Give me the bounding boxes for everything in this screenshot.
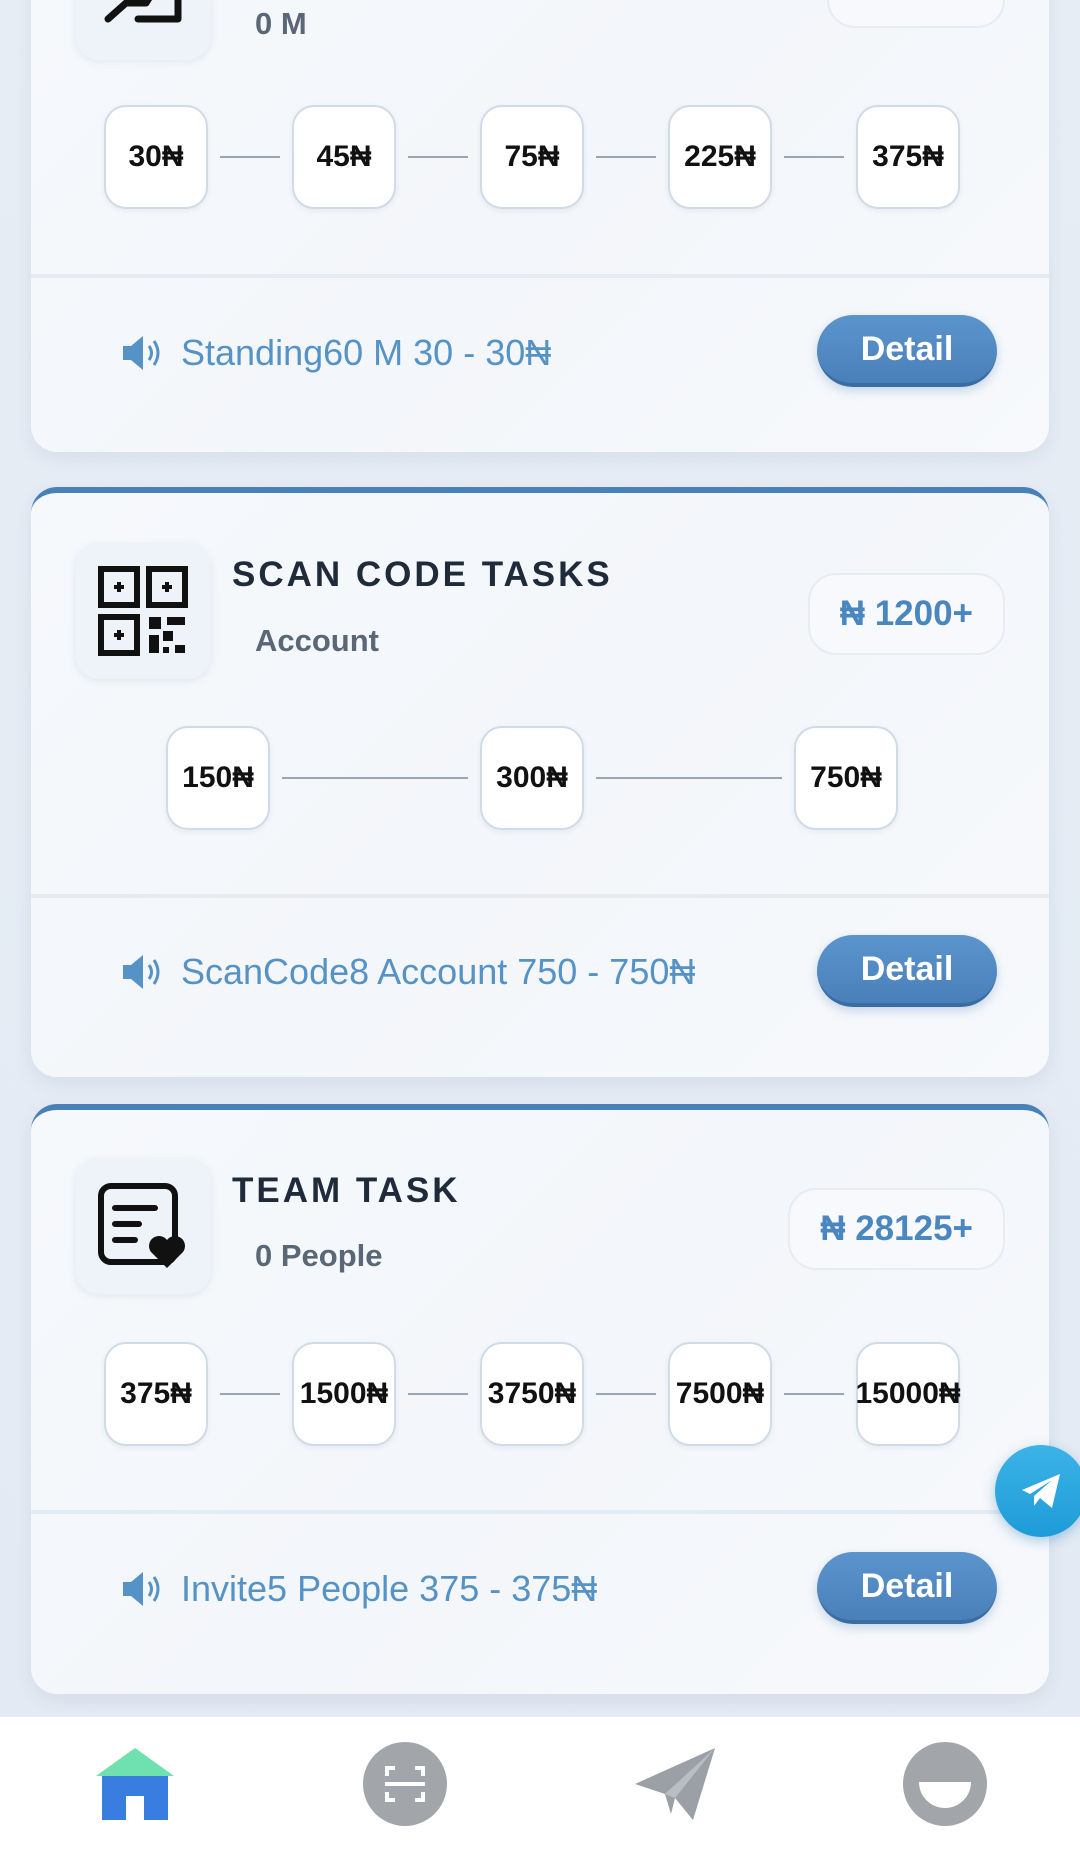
- task-icon-box: [75, 0, 211, 60]
- step-connector: [282, 777, 468, 779]
- speaker-icon: [123, 1572, 160, 1606]
- step-connector: [408, 1393, 468, 1395]
- paper-plane-icon: [635, 1748, 715, 1820]
- task-icon-box: [75, 1158, 211, 1294]
- reward-steps: 30₦ 45₦ 75₦ 225₦ 375₦: [31, 105, 1049, 209]
- step-connector: [220, 156, 280, 158]
- task-title: SCAN CODE TASKS: [232, 555, 613, 594]
- step-badge: 300₦: [480, 726, 584, 830]
- scan-icon: [363, 1742, 447, 1826]
- step-connector: [596, 1393, 656, 1395]
- task-notice: Invite5 People 375 - 375₦: [119, 1568, 597, 1610]
- detail-button[interactable]: Detail: [817, 935, 997, 1007]
- notice-text: ScanCode8 Account 750 - 750₦: [181, 951, 696, 992]
- step-badge: 150₦: [166, 726, 270, 830]
- profile-icon: [903, 1742, 987, 1826]
- notice-text: Standing60 M 30 - 30₦: [181, 332, 552, 373]
- detail-button[interactable]: Detail: [817, 1552, 997, 1624]
- step-connector: [784, 156, 844, 158]
- card-divider: [31, 1510, 1049, 1514]
- reward-badge: ₦ 750+: [827, 0, 1005, 28]
- detail-button[interactable]: Detail: [817, 315, 997, 387]
- home-icon: [96, 1748, 174, 1820]
- task-title: TEAM TASK: [232, 1171, 461, 1210]
- task-card-team: TEAM TASK 0 People ₦ 28125+ 375₦ 1500₦ 3…: [31, 1104, 1049, 1694]
- task-card-standing: 0 M ₦ 750+ 30₦ 45₦ 75₦ 225₦ 375₦ Standin…: [31, 0, 1049, 452]
- speaker-icon: [123, 336, 160, 370]
- task-notice: Standing60 M 30 - 30₦: [119, 332, 551, 374]
- task-subtitle: 0 M: [255, 6, 307, 41]
- reward-steps: 150₦ 300₦ 750₦: [31, 726, 1049, 830]
- nav-profile[interactable]: [900, 1739, 990, 1829]
- nav-scan[interactable]: [360, 1739, 450, 1829]
- nav-home[interactable]: [90, 1739, 180, 1829]
- task-notice: ScanCode8 Account 750 - 750₦: [119, 951, 695, 993]
- step-badge: 7500₦: [668, 1342, 772, 1446]
- telegram-icon: [1022, 1474, 1060, 1508]
- step-badge: 30₦: [104, 105, 208, 209]
- card-divider: [31, 894, 1049, 898]
- step-connector: [596, 777, 782, 779]
- card-divider: [31, 274, 1049, 278]
- document-heart-icon: [98, 1183, 185, 1268]
- step-badge: 1500₦: [292, 1342, 396, 1446]
- standing-person-icon: [104, 0, 182, 23]
- step-connector: [408, 156, 468, 158]
- step-connector: [596, 156, 656, 158]
- step-badge: 15000₦: [855, 1342, 961, 1446]
- step-badge: 3750₦: [480, 1342, 584, 1446]
- step-connector: [784, 1393, 844, 1395]
- notice-text: Invite5 People 375 - 375₦: [181, 1568, 598, 1609]
- qr-code-icon: [98, 566, 188, 656]
- step-badge: 225₦: [668, 105, 772, 209]
- step-connector: [220, 1393, 280, 1395]
- step-badge: 375₦: [856, 105, 960, 209]
- bottom-nav: [0, 1716, 1080, 1850]
- reward-steps: 375₦ 1500₦ 3750₦ 7500₦ 15000₦: [31, 1342, 1049, 1446]
- telegram-button[interactable]: [995, 1445, 1080, 1537]
- task-subtitle: Account: [255, 623, 379, 658]
- task-icon-box: [75, 543, 211, 679]
- step-badge: 750₦: [794, 726, 898, 830]
- task-card-scan-code: SCAN CODE TASKS Account ₦ 1200+ 150₦ 300…: [31, 487, 1049, 1077]
- reward-badge: ₦ 1200+: [807, 573, 1005, 655]
- step-badge: 375₦: [104, 1342, 208, 1446]
- reward-badge: ₦ 28125+: [788, 1188, 1005, 1270]
- step-badge: 45₦: [292, 105, 396, 209]
- speaker-icon: [123, 955, 160, 989]
- nav-send[interactable]: [630, 1739, 720, 1829]
- step-badge: 75₦: [480, 105, 584, 209]
- task-subtitle: 0 People: [255, 1238, 383, 1273]
